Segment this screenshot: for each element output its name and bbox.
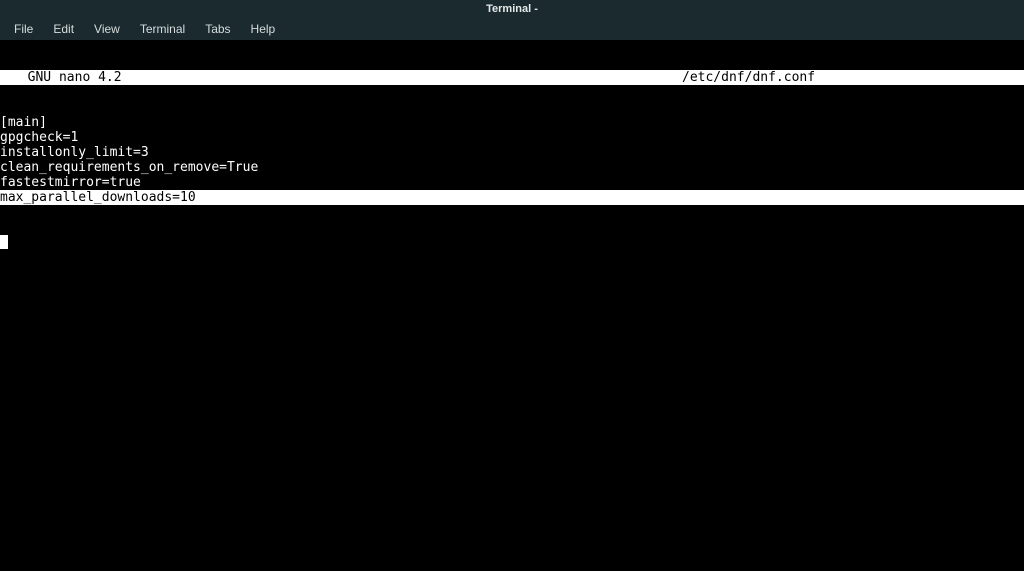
cursor-line [0,235,1024,250]
window-title: Terminal - [486,3,538,15]
menu-file[interactable]: File [6,20,41,38]
menubar: File Edit View Terminal Tabs Help [0,18,1024,40]
window-titlebar: Terminal - [0,0,1024,18]
nano-file-path: /etc/dnf/dnf.conf [512,70,815,85]
editor-line[interactable]: [main] [0,115,1024,130]
editor-line[interactable]: max_parallel_downloads=10 [0,190,1024,205]
menu-tabs[interactable]: Tabs [197,20,238,38]
menu-edit[interactable]: Edit [45,20,82,38]
menu-terminal[interactable]: Terminal [132,20,193,38]
nano-titlebar: GNU nano 4.2 /etc/dnf/dnf.conf [0,70,1024,85]
terminal-viewport[interactable]: GNU nano 4.2 /etc/dnf/dnf.conf [main]gpg… [0,40,1024,571]
text-cursor [0,235,8,249]
menu-view[interactable]: View [86,20,128,38]
menu-help[interactable]: Help [243,20,284,38]
editor-line[interactable]: fastestmirror=true [0,175,1024,190]
editor-line[interactable]: installonly_limit=3 [0,145,1024,160]
editor-content[interactable]: [main]gpgcheck=1installonly_limit=3clean… [0,115,1024,205]
editor-line[interactable]: clean_requirements_on_remove=True [0,160,1024,175]
editor-line[interactable]: gpgcheck=1 [0,130,1024,145]
nano-app-name: GNU nano 4.2 [0,70,512,85]
